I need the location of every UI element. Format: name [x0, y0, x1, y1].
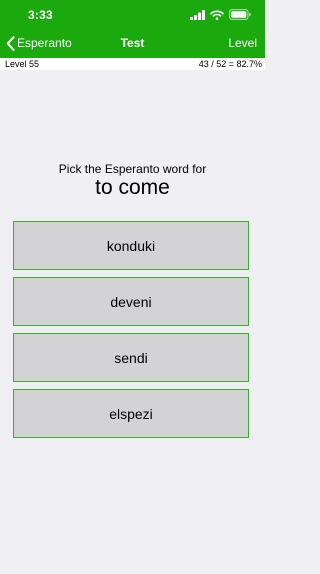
status-time: 3:33: [28, 8, 53, 22]
answer-option-4[interactable]: elspezi: [13, 389, 249, 438]
status-icons: [190, 9, 251, 20]
level-indicator: Level 55: [5, 59, 40, 69]
answer-option-2[interactable]: deveni: [13, 277, 249, 326]
cellular-signal-icon: [190, 9, 205, 20]
progress-info-bar: Level 55 43 / 52 = 82.7%: [0, 58, 265, 70]
navigation-bar: Esperanto Test Level: [0, 30, 265, 56]
answer-option-3[interactable]: sendi: [13, 333, 249, 382]
status-bar: 3:33: [0, 0, 265, 28]
answer-option-1[interactable]: konduki: [13, 221, 249, 270]
score-indicator: 43 / 52 = 82.7%: [198, 59, 262, 69]
question-prompt: Pick the Esperanto word for: [58, 162, 207, 176]
question-word: to come: [95, 176, 170, 199]
page-title: Test: [120, 36, 145, 50]
app-header: 3:33 Esperanto Test Level: [0, 0, 265, 58]
battery-icon: [229, 9, 251, 20]
wifi-icon: [210, 10, 224, 20]
level-button[interactable]: Level: [228, 36, 257, 50]
